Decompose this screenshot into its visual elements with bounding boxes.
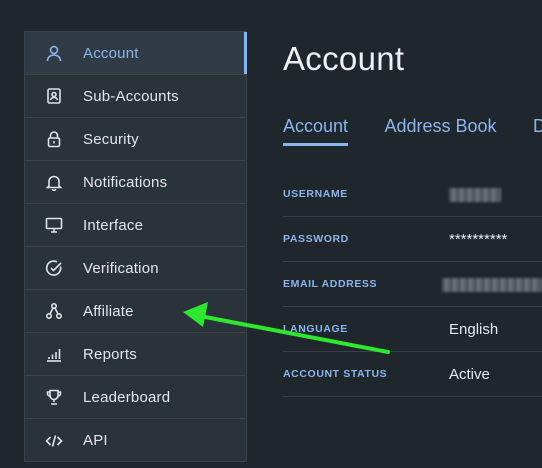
email-value [442,276,542,293]
sidebar-item-security[interactable]: Security [25,118,246,161]
page-title: Account [283,40,405,77]
sidebar-item-label: Account [83,44,139,62]
field-label: USERNAME [283,188,348,200]
sidebar-item-label: API [83,432,108,449]
language-value: English [449,320,499,338]
settings-sidebar: Account Sub-Accounts Security Notificati… [24,31,247,462]
share-nodes-icon [45,302,63,320]
field-label: LANGUAGE [283,323,348,335]
tab-truncated[interactable]: D [533,116,542,146]
redacted-blur [449,187,501,202]
code-icon [45,432,63,450]
bell-icon [45,173,63,191]
sidebar-item-interface[interactable]: Interface [25,204,246,247]
field-label: ACCOUNT STATUS [283,368,388,380]
sidebar-item-label: Sub-Accounts [83,87,179,105]
sidebar-item-notifications[interactable]: Notifications [25,161,246,204]
monitor-icon [45,216,63,234]
bar-chart-icon [45,345,63,363]
trophy-icon [45,388,63,406]
sidebar-item-label: Reports [83,345,137,363]
info-row-language: LANGUAGE English [283,307,542,352]
field-label: EMAIL ADDRESS [283,278,378,290]
account-tabs: Account Address Book D [283,116,542,152]
username-value [449,186,501,203]
field-label: PASSWORD [283,233,349,245]
info-row-username: USERNAME [283,172,542,217]
sidebar-item-reports[interactable]: Reports [25,333,246,376]
account-status-value: Active [449,365,490,383]
sidebar-item-label: Leaderboard [83,388,171,406]
info-row-account-status: ACCOUNT STATUS Active [283,352,542,397]
tab-address-book[interactable]: Address Book [385,116,497,146]
sidebar-item-label: Notifications [83,173,168,191]
sidebar-item-label: Security [83,130,139,148]
info-row-email: EMAIL ADDRESS [283,262,542,307]
sidebar-item-account[interactable]: Account [25,32,247,75]
redacted-blur [442,277,542,292]
sidebar-item-affiliate[interactable]: Affiliate [25,290,246,333]
account-info-table: USERNAME PASSWORD ********** EMAIL ADDRE… [283,172,542,397]
check-circle-icon [45,259,63,277]
info-row-password: PASSWORD ********** [283,217,542,262]
sidebar-item-label: Interface [83,216,144,234]
password-value: ********** [449,230,508,248]
lock-icon [45,130,63,148]
contact-book-icon [45,87,63,105]
tab-account[interactable]: Account [283,116,349,146]
sidebar-item-label: Affiliate [83,302,134,320]
sidebar-item-leaderboard[interactable]: Leaderboard [25,376,246,419]
sidebar-item-api[interactable]: API [25,419,246,462]
user-icon [45,44,63,62]
sidebar-item-label: Verification [83,259,159,277]
sidebar-item-verification[interactable]: Verification [25,247,246,290]
sidebar-item-sub-accounts[interactable]: Sub-Accounts [25,75,246,118]
